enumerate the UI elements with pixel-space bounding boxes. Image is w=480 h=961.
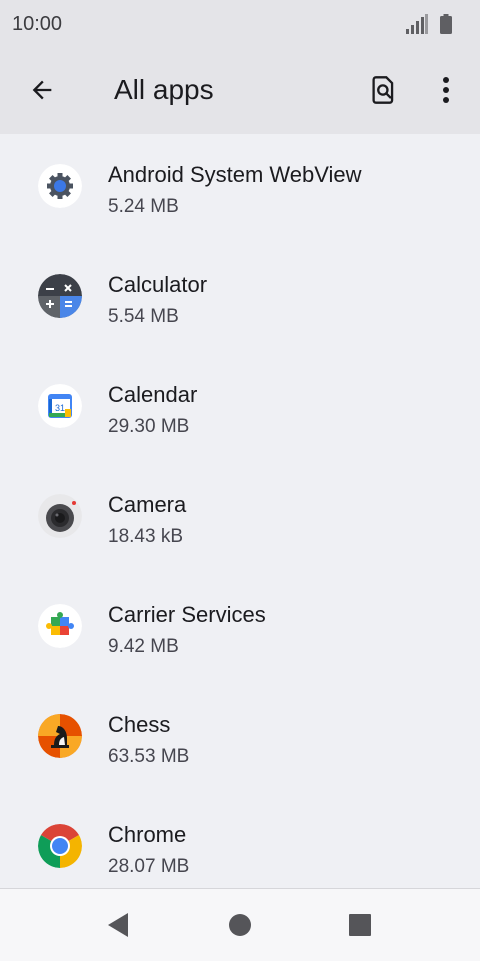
app-list: Android System WebView 5.24 MB Calculato… [0,134,480,888]
calendar-date: 31 [55,403,65,413]
app-item-calendar[interactable]: 31 Calendar 29.30 MB [0,354,480,464]
app-item-camera[interactable]: Camera 18.43 kB [0,464,480,574]
app-name: Android System WebView [108,162,362,187]
back-button[interactable] [22,70,62,110]
status-bar: 10:00 [0,0,480,48]
chess-knight-icon [38,714,82,758]
app-name: Camera [108,492,187,517]
app-name: Carrier Services [108,602,266,627]
camera-icon [38,494,82,538]
app-item-chess[interactable]: Chess 63.53 MB [0,684,480,794]
circle-home-icon [229,914,251,936]
status-icons [406,14,452,39]
more-vert-icon [443,77,449,103]
puzzle-piece-icon [38,604,82,648]
app-item-calculator[interactable]: Calculator 5.54 MB [0,244,480,354]
page-title: All apps [114,74,214,105]
app-item-android-system-webview[interactable]: Android System WebView 5.24 MB [0,134,480,244]
app-name: Chess [108,712,171,737]
chrome-icon [38,824,82,868]
battery-icon [440,14,452,39]
app-size: 29.30 MB [108,416,190,437]
webview-gear-icon [38,164,82,208]
search-button[interactable] [364,70,404,110]
app-size: 5.54 MB [108,306,179,327]
app-name: Calendar [108,382,198,407]
app-size: 28.07 MB [108,856,190,877]
more-options-button[interactable] [426,70,466,110]
app-name: Chrome [108,822,187,847]
signal-icon [406,14,428,39]
app-item-chrome[interactable]: Chrome 28.07 MB [0,794,480,888]
status-time: 10:00 [12,13,63,35]
calendar-icon: 31 [38,384,82,428]
nav-recents-button[interactable] [340,905,380,945]
app-size: 5.24 MB [108,196,179,217]
calculator-icon [38,274,82,318]
nav-back-button[interactable] [98,905,138,945]
square-recents-icon [349,914,371,936]
arrow-back-icon [32,80,52,100]
app-item-carrier-services[interactable]: Carrier Services 9.42 MB [0,574,480,684]
triangle-back-icon [108,913,128,937]
nav-home-button[interactable] [220,905,260,945]
app-name: Calculator [108,272,208,297]
navigation-bar [0,888,480,961]
app-size: 18.43 kB [108,526,183,547]
app-size: 63.53 MB [108,746,190,767]
app-size: 9.42 MB [108,636,179,657]
search-app-icon [372,76,394,104]
app-bar: All apps [0,48,480,134]
